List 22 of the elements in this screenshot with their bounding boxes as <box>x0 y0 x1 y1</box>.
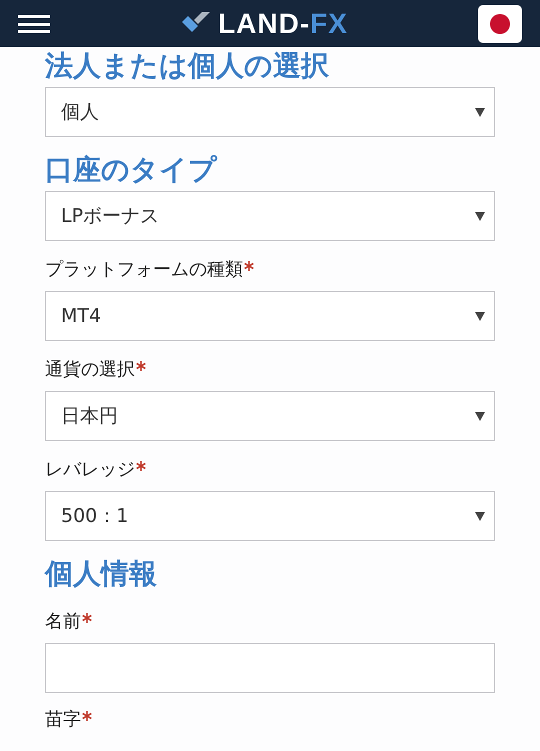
caret-icon <box>475 412 485 420</box>
logo-text[interactable]: LAND-FX <box>218 8 348 40</box>
caret-icon <box>475 512 485 520</box>
dropdown-field[interactable]: MT4 <box>45 291 495 341</box>
field-label: 名前 <box>45 611 81 633</box>
section-heading: 個人情報 <box>45 557 158 591</box>
field-label: プラットフォームの種類 <box>45 259 243 281</box>
input-field[interactable] <box>45 643 495 693</box>
dropdown-field[interactable]: 個人 <box>45 87 495 137</box>
caret-icon <box>475 108 485 116</box>
dropdown-field[interactable]: 日本円 <box>45 391 495 441</box>
flag-icon[interactable] <box>478 4 522 42</box>
menu-icon[interactable] <box>18 14 50 32</box>
dropdown-field[interactable]: 500：1 <box>45 491 495 541</box>
field-label: レバレッジ <box>45 459 135 481</box>
caret-icon <box>475 212 485 220</box>
field-label: 苗字 <box>45 709 81 731</box>
field-label: 通貨の選択 <box>45 359 135 381</box>
dropdown-field[interactable]: LPボーナス <box>45 191 495 241</box>
section-heading: 法人または個人の選択 <box>45 49 330 83</box>
caret-icon <box>475 312 485 320</box>
section-heading: 口座のタイプ <box>45 153 218 187</box>
